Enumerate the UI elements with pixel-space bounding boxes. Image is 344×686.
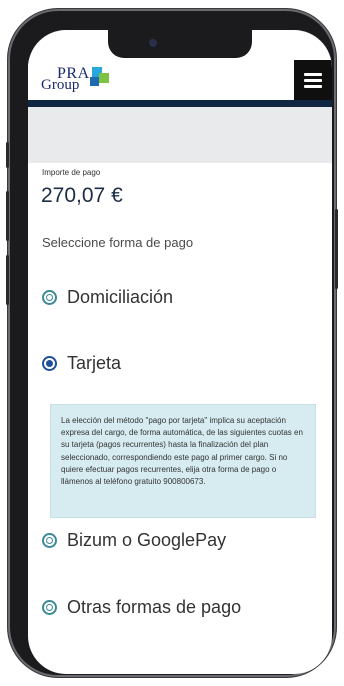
camera-icon [149, 39, 157, 47]
option-label: Domiciliación [67, 287, 174, 307]
hamburger-menu-icon[interactable] [294, 60, 332, 100]
amount-label: Importe de pago [42, 168, 101, 177]
logo-square [90, 77, 99, 86]
option-tarjeta[interactable]: Tarjeta [42, 353, 121, 374]
option-otras-formas[interactable]: Otras formas de pago [42, 597, 241, 618]
screen: PRA Group Importe de pago 270,07 € Selec… [28, 30, 332, 674]
radio-icon[interactable] [42, 533, 57, 548]
site-header: PRA Group [28, 60, 332, 100]
radio-icon[interactable] [42, 290, 57, 305]
option-label: Tarjeta [67, 353, 122, 373]
option-domiciliacion[interactable]: Domiciliación [42, 287, 173, 308]
phone-frame: PRA Group Importe de pago 270,07 € Selec… [6, 9, 338, 677]
side-button [6, 191, 9, 241]
radio-icon[interactable] [42, 600, 57, 615]
side-button [6, 255, 9, 305]
pra-group-logo[interactable]: PRA Group [41, 65, 111, 95]
option-label: Bizum o GooglePay [67, 530, 227, 550]
side-button [335, 209, 338, 289]
banner-band [28, 107, 332, 163]
logo-square [99, 73, 109, 83]
radio-icon[interactable] [42, 356, 57, 371]
payment-method-label: Seleccione forma de pago [42, 235, 194, 250]
option-bizum-googlepay[interactable]: Bizum o GooglePay [42, 530, 226, 551]
logo-text-group: Group [41, 77, 80, 93]
side-button [6, 142, 9, 168]
header-divider [28, 100, 332, 107]
notch [108, 30, 252, 58]
card-notice: La elección del método "pago por tarjeta… [50, 404, 316, 518]
option-label: Otras formas de pago [67, 597, 242, 617]
amount-value: 270,07 € [41, 184, 123, 207]
